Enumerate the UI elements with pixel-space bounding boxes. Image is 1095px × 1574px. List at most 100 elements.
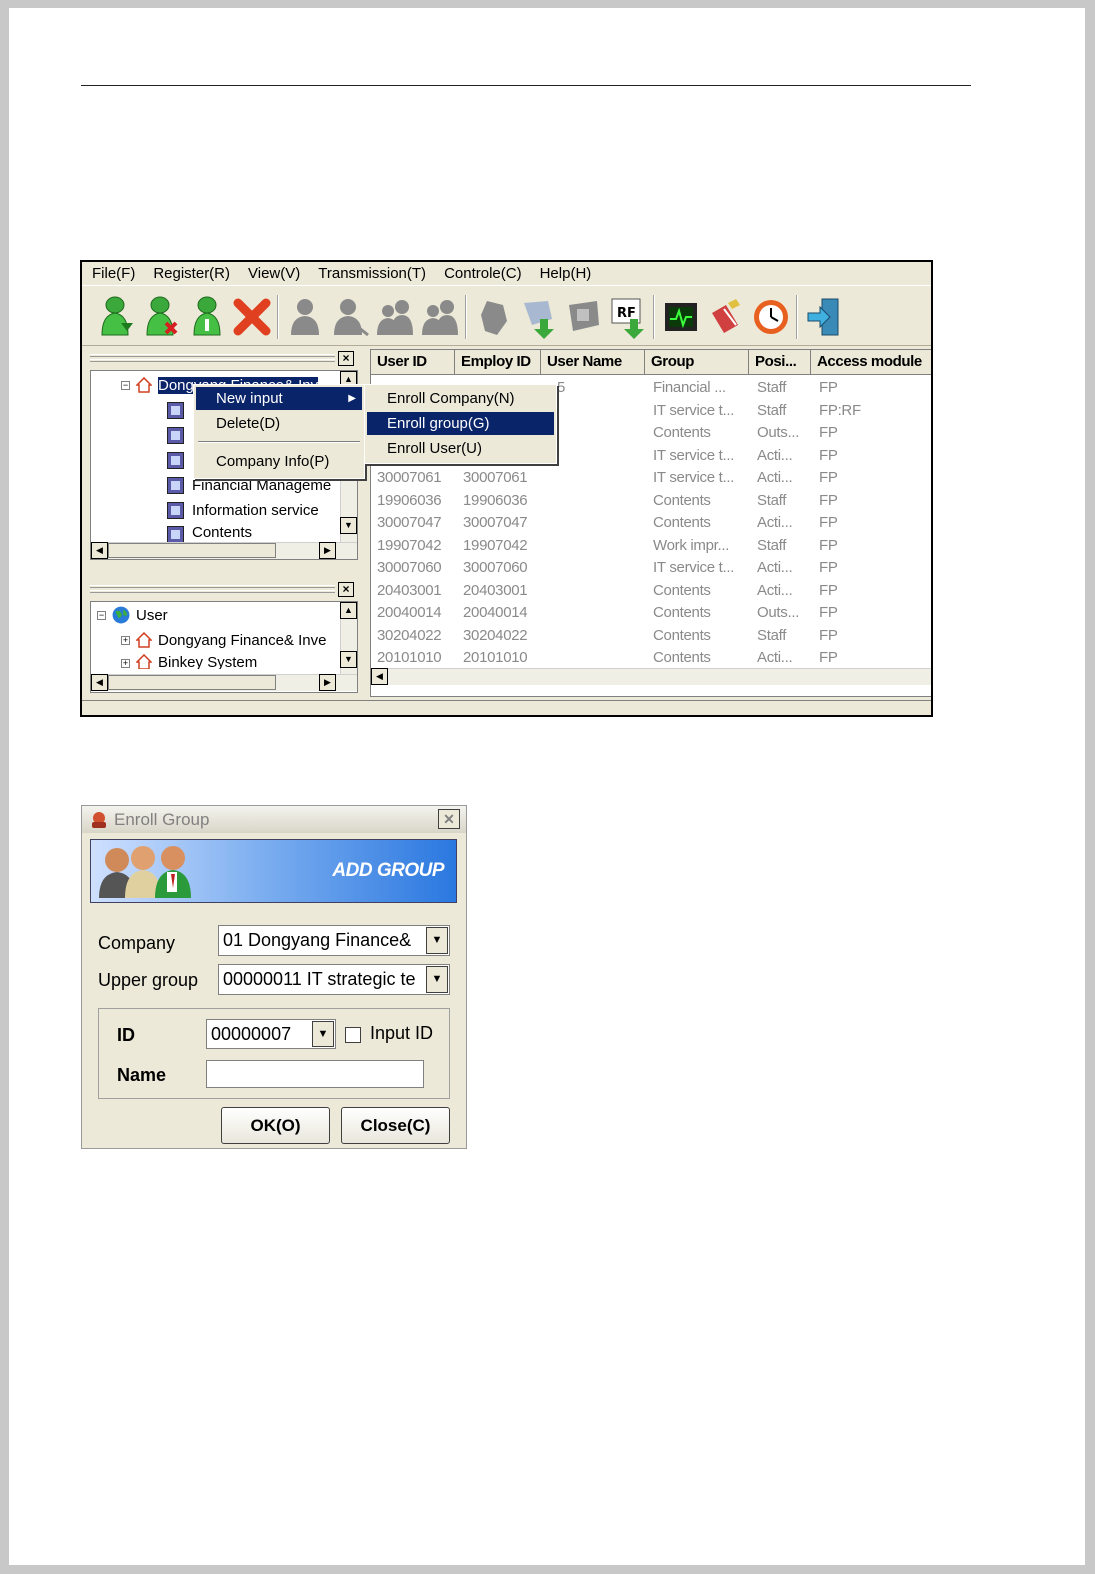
table-cell-pos[interactable]: Acti... <box>757 580 793 602</box>
tree-item[interactable] <box>167 424 192 446</box>
horizontal-scrollbar[interactable]: ◀ <box>371 668 931 685</box>
group-icon[interactable] <box>372 293 417 341</box>
table-cell-employ-id[interactable]: 20040014 <box>463 602 528 624</box>
table-cell-pos[interactable]: Staff <box>757 535 786 557</box>
input-id-checkbox[interactable] <box>345 1027 361 1043</box>
clock-icon[interactable] <box>748 293 793 341</box>
table-cell-employ-id[interactable]: 20403001 <box>463 580 528 602</box>
scroll-left-icon[interactable]: ◀ <box>91 674 108 691</box>
scroll-left-icon[interactable]: ◀ <box>371 668 388 685</box>
table-cell-pos[interactable]: Acti... <box>757 647 793 669</box>
table-cell-employ-id[interactable]: 19907042 <box>463 535 528 557</box>
hand-icon[interactable] <box>470 293 515 341</box>
table-cell-user-id[interactable]: 30007047 <box>377 512 442 534</box>
menu-item-company-info[interactable]: Company Info(P) <box>196 450 362 473</box>
scroll-down-icon[interactable]: ▼ <box>340 651 357 668</box>
upper-group-select[interactable]: 00000011 IT strategic te ▼ <box>218 964 450 995</box>
scroll-right-icon[interactable]: ▶ <box>319 542 336 559</box>
collapse-icon[interactable]: − <box>97 610 106 620</box>
horizontal-scrollbar[interactable]: ◀ ▶ <box>91 542 357 559</box>
table-cell-access[interactable]: FP <box>819 512 838 534</box>
company-select[interactable]: 01 Dongyang Finance& ▼ <box>218 925 450 956</box>
table-cell-access[interactable]: FP <box>819 602 838 624</box>
name-field[interactable] <box>206 1060 424 1088</box>
table-cell-group[interactable]: Contents <box>653 647 711 669</box>
table-cell-access[interactable]: FP <box>819 580 838 602</box>
table-cell-user-id[interactable]: 30007061 <box>377 467 442 489</box>
column-header-access-module[interactable]: Access module <box>811 350 931 375</box>
table-cell-user-id[interactable]: 19907042 <box>377 535 442 557</box>
tree-item[interactable]: + Binkey System <box>121 654 257 669</box>
table-cell-pos[interactable]: Acti... <box>757 557 793 579</box>
close-icon[interactable]: ✕ <box>438 809 460 829</box>
id-select[interactable]: 00000007 ▼ <box>206 1019 336 1049</box>
table-cell-access[interactable]: FP <box>819 445 838 467</box>
table-cell-group[interactable]: Work impr... <box>653 535 729 557</box>
person-icon[interactable] <box>327 293 372 341</box>
table-cell-pos[interactable]: Acti... <box>757 445 793 467</box>
table-cell-group[interactable]: Financial ... <box>653 377 726 399</box>
table-cell-access[interactable]: FP <box>819 535 838 557</box>
table-cell-pos[interactable]: Staff <box>757 625 786 647</box>
chevron-down-icon[interactable]: ▼ <box>426 927 448 954</box>
chevron-down-icon[interactable]: ▼ <box>426 966 448 993</box>
menu-transmission[interactable]: Transmission(T) <box>318 265 426 282</box>
tree-item[interactable] <box>167 449 192 471</box>
table-cell-pos[interactable]: Outs... <box>757 422 799 444</box>
table-cell-group[interactable]: Contents <box>653 625 711 647</box>
person-icon[interactable] <box>282 293 327 341</box>
table-cell-user-id[interactable]: 30204022 <box>377 625 442 647</box>
column-header-user-name[interactable]: User Name <box>541 350 645 375</box>
close-button[interactable]: Close(C) <box>341 1107 450 1144</box>
table-cell-group[interactable]: Contents <box>653 580 711 602</box>
table-cell-access[interactable]: FP <box>819 625 838 647</box>
table-cell-pos[interactable]: Outs... <box>757 602 799 624</box>
table-cell-user-id[interactable]: 20040014 <box>377 602 442 624</box>
table-cell-user-id[interactable]: 20403001 <box>377 580 442 602</box>
collapse-icon[interactable]: − <box>121 380 130 390</box>
table-cell-group[interactable]: IT service t... <box>653 445 734 467</box>
table-cell-group[interactable]: Contents <box>653 512 711 534</box>
fingerprint-icon[interactable] <box>560 293 605 341</box>
table-cell-user-id[interactable]: 19906036 <box>377 490 442 512</box>
menu-controle[interactable]: Controle(C) <box>444 265 522 282</box>
add-user-icon[interactable] <box>94 293 139 341</box>
table-cell-group[interactable]: IT service t... <box>653 467 734 489</box>
table-cell-employ-id[interactable]: 30204022 <box>463 625 528 647</box>
chevron-down-icon[interactable]: ▼ <box>312 1021 334 1047</box>
table-cell-access[interactable]: FP <box>819 557 838 579</box>
table-cell-employ-id[interactable]: 30007060 <box>463 557 528 579</box>
menu-item-new-input[interactable]: New input ▶ <box>196 387 362 410</box>
table-cell-user-id[interactable]: 20101010 <box>377 647 442 669</box>
scroll-right-icon[interactable]: ▶ <box>319 674 336 691</box>
tree-item[interactable]: Contents <box>167 524 252 542</box>
table-cell-access[interactable]: FP <box>819 422 838 444</box>
expand-icon[interactable]: + <box>121 635 130 645</box>
horizontal-scrollbar[interactable]: ◀ ▶ <box>91 674 357 691</box>
table-cell-group[interactable]: IT service t... <box>653 400 734 422</box>
table-cell-group[interactable]: Contents <box>653 422 711 444</box>
tree-item[interactable]: Information service <box>167 499 319 521</box>
ok-button[interactable]: OK(O) <box>221 1107 330 1144</box>
scroll-thumb[interactable] <box>108 543 276 558</box>
table-cell-group[interactable]: IT service t... <box>653 557 734 579</box>
close-icon[interactable]: × <box>338 582 354 597</box>
close-icon[interactable]: × <box>338 351 354 366</box>
group-icon[interactable] <box>417 293 462 341</box>
table-cell-access[interactable]: FP <box>819 647 838 669</box>
rf-download-icon[interactable]: RF <box>605 293 650 341</box>
tree-item[interactable] <box>167 399 192 421</box>
menu-item-enroll-company[interactable]: Enroll Company(N) <box>367 387 554 410</box>
column-header-user-id[interactable]: User ID <box>371 350 455 375</box>
tree-root[interactable]: − User <box>97 604 168 626</box>
table-cell-pos[interactable]: Staff <box>757 490 786 512</box>
table-cell-pos[interactable]: Acti... <box>757 467 793 489</box>
menu-item-enroll-group[interactable]: Enroll group(G) <box>367 412 554 435</box>
menu-view[interactable]: View(V) <box>248 265 300 282</box>
table-cell-pos[interactable]: Staff <box>757 377 786 399</box>
table-cell-access[interactable]: FP <box>819 490 838 512</box>
delete-icon[interactable] <box>229 293 274 341</box>
scroll-up-icon[interactable]: ▲ <box>340 602 357 619</box>
column-header-position[interactable]: Posi... <box>749 350 811 375</box>
scroll-left-icon[interactable]: ◀ <box>91 542 108 559</box>
